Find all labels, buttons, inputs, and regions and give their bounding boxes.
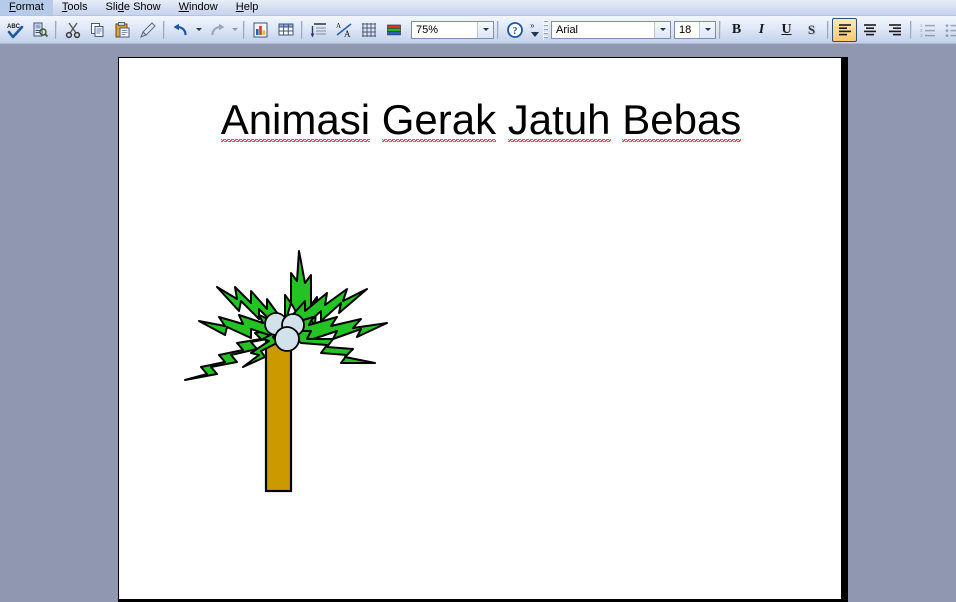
font-name-dropdown-icon[interactable] — [654, 21, 670, 38]
bold-label: B — [731, 21, 742, 37]
align-left-button[interactable] — [832, 17, 857, 42]
toolbar-separator — [163, 20, 165, 39]
svg-text:3: 3 — [920, 33, 923, 38]
copy-icon[interactable] — [85, 18, 110, 42]
formatting-toolbar-grip[interactable] — [543, 19, 548, 40]
align-center-button[interactable] — [857, 18, 882, 42]
slide-canvas[interactable]: Animasi Gerak Jatuh Bebas — [118, 57, 842, 600]
menu-window[interactable]: Window — [170, 0, 227, 15]
text-shadow-button[interactable]: S — [799, 18, 824, 42]
show-grid-icon[interactable] — [356, 18, 381, 42]
title-word-3: Jatuh — [507, 96, 611, 143]
toolbar-options-icon[interactable]: » — [527, 18, 542, 42]
redo-dropdown-icon[interactable] — [229, 19, 240, 41]
help-icon[interactable]: ? — [502, 18, 527, 42]
underline-button[interactable]: U — [774, 18, 799, 42]
paste-icon[interactable] — [110, 18, 135, 42]
bulleted-list-button[interactable] — [940, 18, 956, 42]
toolbar: ABC A A 75% ? » Arial 18 B I U S 1 2 3 — [0, 16, 956, 44]
format-painter-icon[interactable] — [135, 18, 160, 42]
italic-button[interactable]: I — [749, 18, 774, 42]
research-icon[interactable] — [27, 18, 52, 42]
slide-workspace[interactable]: Animasi Gerak Jatuh Bebas — [0, 45, 956, 602]
tables-borders-icon[interactable] — [306, 18, 331, 42]
zoom-dropdown-icon[interactable] — [477, 21, 493, 38]
menu-bar: Format Tools Slide Show Window Help — [0, 0, 956, 16]
menu-tools[interactable]: Tools — [53, 0, 97, 15]
insert-table-icon[interactable] — [273, 18, 298, 42]
toolbar-separator — [497, 20, 499, 39]
toolbar-separator — [719, 20, 721, 39]
powerpoint-window: Format Tools Slide Show Window Help ABC — [0, 0, 956, 602]
title-word-4: Bebas — [622, 96, 742, 143]
font-size-combo[interactable]: 18 — [674, 20, 716, 39]
font-size-value: 18 — [679, 23, 692, 36]
svg-text:A: A — [336, 22, 341, 30]
menu-format[interactable]: Format — [0, 0, 53, 15]
zoom-value: 75% — [416, 23, 439, 36]
zoom-combo[interactable]: 75% — [411, 20, 494, 39]
menu-slide-show[interactable]: Slide Show — [97, 0, 170, 15]
font-size-dropdown-icon[interactable] — [699, 21, 715, 38]
title-word-1: Animasi — [220, 96, 371, 143]
underline-label: U — [781, 21, 792, 37]
toolbar-separator — [301, 20, 303, 39]
expand-all-icon[interactable]: A A — [331, 18, 356, 42]
text-shadow-label: S — [807, 21, 816, 37]
undo-dropdown-icon[interactable] — [193, 19, 204, 41]
svg-text:»: » — [530, 21, 535, 30]
palm-tree-drawing[interactable] — [181, 243, 401, 493]
svg-text:A: A — [344, 29, 351, 39]
redo-icon[interactable] — [204, 18, 229, 42]
bold-button[interactable]: B — [724, 18, 749, 42]
cut-icon[interactable] — [60, 18, 85, 42]
undo-icon[interactable] — [168, 18, 193, 42]
toolbar-separator — [55, 20, 57, 39]
toolbar-separator — [827, 20, 829, 39]
numbered-list-button[interactable]: 1 2 3 — [915, 18, 940, 42]
svg-text:?: ? — [512, 26, 517, 37]
align-right-button[interactable] — [882, 18, 907, 42]
title-word-2: Gerak — [381, 96, 497, 143]
spelling-check-icon[interactable]: ABC — [2, 18, 27, 42]
insert-chart-icon[interactable] — [248, 18, 273, 42]
page-title[interactable]: Animasi Gerak Jatuh Bebas — [119, 96, 841, 144]
toolbar-separator — [243, 20, 245, 39]
toolbar-separator — [910, 20, 912, 39]
color-scheme-icon[interactable] — [381, 18, 406, 42]
italic-label: I — [758, 21, 765, 37]
menu-help[interactable]: Help — [227, 0, 268, 15]
font-name-value: Arial — [556, 23, 579, 36]
font-name-combo[interactable]: Arial — [551, 20, 671, 39]
